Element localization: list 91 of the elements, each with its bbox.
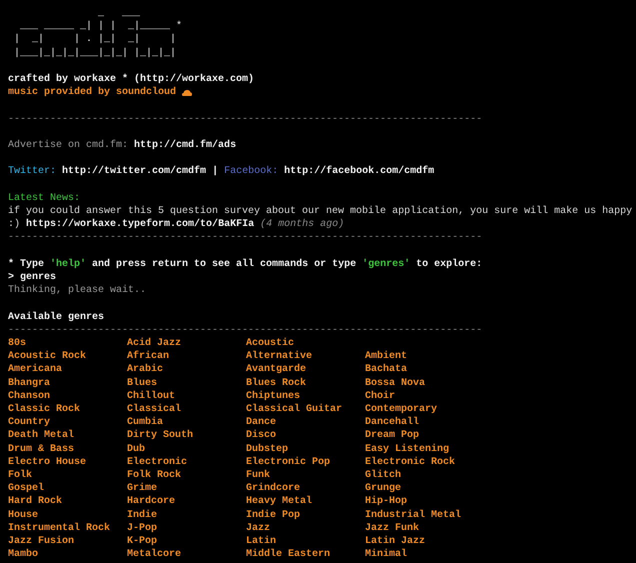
genre-item[interactable]: Grime [127,483,158,494]
genre-item[interactable]: Grindcore [246,483,300,494]
genre-item[interactable]: African [127,351,170,362]
genre-item[interactable]: Hardcore [127,496,176,508]
advertise-url[interactable]: http://cmd.fm/ads [134,140,236,151]
genre-item[interactable]: Disco [246,430,276,442]
genre-item[interactable]: Dance [246,417,276,428]
genre-item[interactable]: Dancehall [365,417,420,428]
dashed-rule: ------------------------------------------------------------------------------- [8,112,482,126]
genre-item[interactable]: Americana [8,364,62,376]
genre-item[interactable]: Grunge [365,483,402,494]
dashed-rule: ------------------------------------------------------------------------------- [8,231,482,245]
genre-item[interactable]: Chillout [127,390,176,402]
genre-item[interactable]: Funk [246,470,270,481]
genre-item[interactable]: Avantgarde [246,364,306,376]
genre-item[interactable]: Acoustic [246,338,294,349]
genre-item[interactable]: Industrial Metal [365,510,462,521]
genre-item[interactable]: Heavy Metal [246,496,312,508]
genre-item[interactable]: Glitch [365,470,402,481]
news-text: if you could answer this 5 question survey about our new mobile application, you sure will make us happy [8,204,632,218]
survey-url[interactable]: https://workaxe.typeform.com/to/BaKFIa [26,219,254,230]
prompt-hint: * Type 'help' and press return to see all commands or type 'genres' to explore: [8,258,482,271]
genre-item[interactable]: Indie [127,510,158,521]
genre-item[interactable]: Gospel [8,483,44,494]
genre-item[interactable]: Arabic [127,364,164,376]
genre-item[interactable]: Death Metal [8,430,74,442]
genre-item[interactable]: Cumbia [127,417,164,428]
genre-item[interactable]: Jazz [246,522,270,534]
genre-item[interactable]: Hip-Hop [365,496,408,508]
prompt-marker: > [8,272,14,283]
twitter-label: Twitter: [8,166,56,178]
genre-item[interactable]: House [8,510,38,521]
twitter-url[interactable]: http://twitter.com/cmdfm [62,166,206,178]
genre-item[interactable]: Contemporary [365,404,438,415]
cloud-icon [182,90,192,96]
genre-item[interactable]: Dub [127,444,146,455]
genre-item[interactable]: Folk Rock [127,470,182,481]
ascii-logo: _ ___ ___ _____ _| | | _|_____ * | _| | . |_| _| | |___|_|_|_|___|_|_| |_|_|_| [13,7,182,60]
genre-item[interactable]: 80s [8,338,26,349]
genre-item[interactable]: Dirty South [127,430,194,442]
genre-item[interactable]: Acoustic Rock [8,351,86,362]
music-credit: music provided by soundcloud [8,86,176,100]
command-input[interactable]: genres [20,272,56,283]
genre-item[interactable]: Alternative [246,351,312,362]
genre-item[interactable]: J-Pop [127,522,158,534]
genre-item[interactable]: Hard Rock [8,496,62,508]
genre-item[interactable]: Metalcore [127,549,182,560]
genre-item[interactable]: Instrumental Rock [8,522,110,534]
credit-line: crafted by workaxe * (http://workaxe.com) [8,73,254,86]
genre-item[interactable]: Latin Jazz [365,536,426,548]
genre-item[interactable]: Dream Pop [365,430,420,442]
genre-item[interactable]: Middle Eastern [246,549,330,560]
genre-item[interactable]: Choir [365,390,396,402]
genre-item[interactable]: Bossa Nova [365,378,426,389]
advertise-label: Advertise on cmd.fm: [8,140,128,151]
genres-heading: Available genres [8,310,104,324]
genre-item[interactable]: Classical [127,404,182,415]
genre-item[interactable]: Mambo [8,549,38,560]
genre-item[interactable]: Blues Rock [246,378,306,389]
dashed-rule: ------------------------------------------------------------------------------- [8,324,482,337]
genre-item[interactable]: Country [8,417,50,428]
genre-item[interactable]: K-Pop [127,536,158,548]
genre-item[interactable]: Easy Listening [365,444,450,455]
genre-item[interactable]: Bhangra [8,378,50,389]
genre-item[interactable]: Classic Rock [8,404,80,415]
facebook-url[interactable]: http://facebook.com/cmdfm [284,166,434,178]
news-heading: Latest News: [8,192,80,205]
genre-item[interactable]: Acid Jazz [127,338,182,349]
smiley: :) [8,219,20,230]
genre-item[interactable]: Ambient [365,351,408,362]
status-text: Thinking, please wait.. [8,284,146,298]
news-age: (4 months ago) [260,219,344,230]
genre-item[interactable]: Electro House [8,456,86,468]
facebook-label: Facebook: [224,166,278,178]
genre-item[interactable]: Bachata [365,364,408,376]
genre-item[interactable]: Electronic Rock [365,456,456,468]
genre-item[interactable]: Minimal [365,549,408,560]
genre-item[interactable]: Blues [127,378,158,389]
genre-item[interactable]: Folk [8,470,32,481]
genre-item[interactable]: Jazz Funk [365,522,420,534]
genre-item[interactable]: Classical Guitar [246,404,342,415]
genre-item[interactable]: Indie Pop [246,510,300,521]
separator: | [212,166,218,178]
genre-item[interactable]: Drum & Bass [8,444,74,455]
genre-item[interactable]: Jazz Fusion [8,536,74,548]
genre-item[interactable]: Chiptunes [246,390,300,402]
genre-item[interactable]: Electronic [127,456,188,468]
genre-item[interactable]: Dubstep [246,444,288,455]
genre-item[interactable]: Chanson [8,390,50,402]
genre-item[interactable]: Latin [246,536,276,548]
genre-item[interactable]: Electronic Pop [246,456,330,468]
